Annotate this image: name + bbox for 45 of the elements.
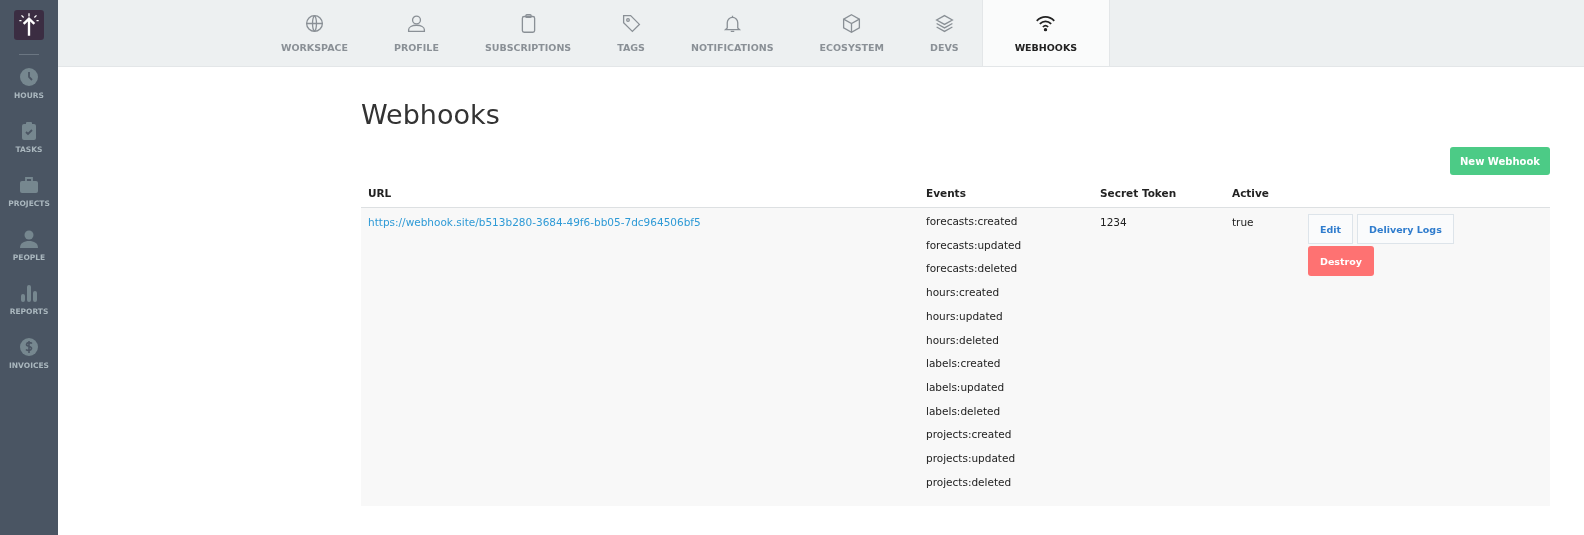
nav-tab[interactable]: DEVS (907, 0, 982, 66)
action-button[interactable]: Edit (1308, 214, 1354, 244)
page-title: Webhooks (361, 98, 501, 132)
logo-icon[interactable] (14, 10, 44, 40)
nav-tab[interactable]: NOTIFICATIONS (667, 0, 797, 66)
event-name: hours:created (926, 285, 1001, 301)
event-name: labels:updated (926, 379, 1006, 395)
event-name: forecasts:created (926, 214, 1019, 229)
event-name: forecasts:updated (926, 237, 1023, 253)
clock-icon (19, 67, 39, 87)
destroy-button[interactable]: Destroy (1308, 246, 1374, 276)
secret-token: 1234 (1100, 216, 1127, 228)
nav-tab[interactable]: TAGS (594, 0, 668, 66)
column-header: Active (1232, 187, 1269, 199)
nav-tab[interactable]: WEBHOOKS (981, 0, 1111, 66)
nav-tab[interactable]: WORKSPACE (258, 0, 371, 66)
nav-tab[interactable]: PROFILE (371, 0, 462, 66)
layers-icon (933, 13, 955, 34)
event-name: labels:created (926, 356, 1002, 372)
dollar-icon (19, 337, 39, 357)
event-name: labels:deleted (926, 403, 1002, 419)
event-name: projects:deleted (926, 474, 1013, 490)
nav-tab[interactable]: SUBSCRIPTIONS (461, 0, 595, 66)
event-name: hours:deleted (926, 332, 1000, 348)
event-name: forecasts:deleted (926, 261, 1019, 277)
tag-icon (620, 13, 642, 34)
new-webhook-button[interactable]: New Webhook (1450, 147, 1550, 175)
event-name: projects:created (926, 427, 1013, 443)
webhook-url-link[interactable]: https://webhook.site/b513b280-3684-49f6-bb05-7dc964506bf5 (368, 216, 701, 228)
wifi-icon (1035, 13, 1057, 34)
event-name: hours:updated (926, 308, 1004, 324)
event-name: projects:updated (926, 451, 1017, 467)
column-header: Events (926, 187, 966, 199)
user-icon (405, 13, 427, 34)
briefcase-icon (19, 175, 39, 195)
bar-chart-icon (19, 283, 39, 303)
column-header: Secret Token (1100, 187, 1177, 199)
column-header: URL (368, 187, 392, 199)
globe-icon (304, 13, 325, 34)
cube-icon (841, 13, 863, 34)
clipboard-icon (19, 121, 39, 141)
action-button[interactable]: Delivery Logs (1357, 214, 1454, 244)
active-value: true (1232, 216, 1254, 228)
person-icon (19, 229, 39, 249)
nav-tab[interactable]: ECOSYSTEM (796, 0, 908, 66)
